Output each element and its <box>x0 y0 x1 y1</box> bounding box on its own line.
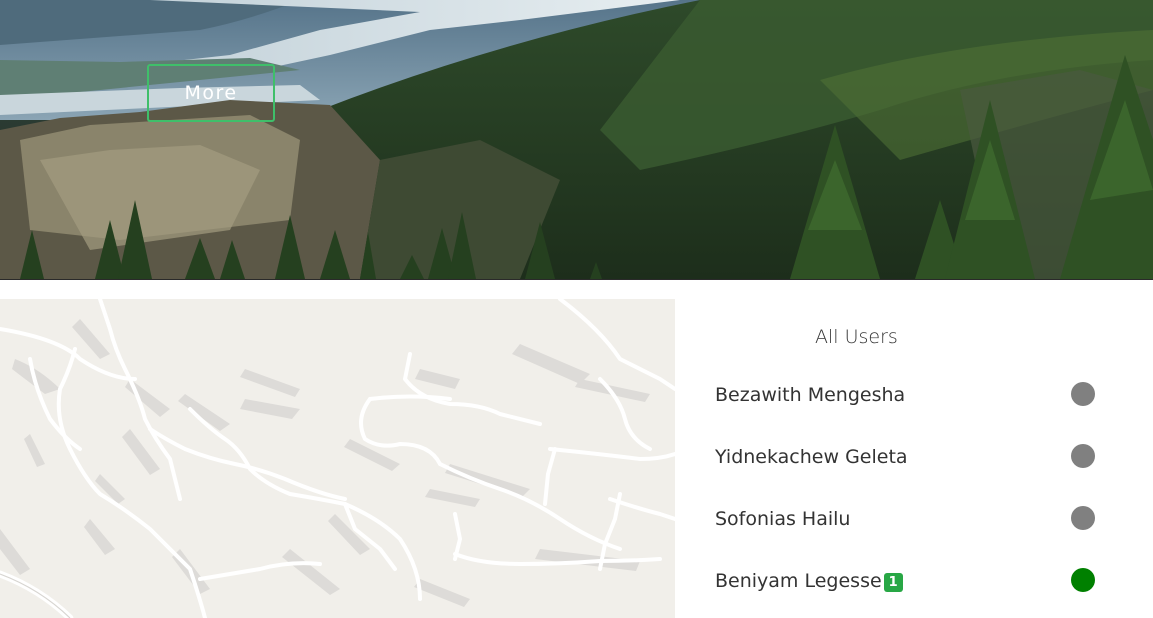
map-view[interactable] <box>0 299 675 618</box>
user-row[interactable]: Bezawith Mengesha <box>715 380 1115 414</box>
status-offline-dot <box>1071 506 1095 530</box>
user-row[interactable]: Yidnekachew Geleta <box>715 442 1115 476</box>
user-name: Yidnekachew Geleta <box>715 446 908 468</box>
status-online-dot <box>1071 568 1095 592</box>
status-offline-dot <box>1071 444 1095 468</box>
user-name: Beniyam Legesse 1 <box>715 570 903 592</box>
user-row[interactable]: Beniyam Legesse 1 <box>715 566 1115 600</box>
more-button[interactable]: More <box>147 64 275 122</box>
user-name: Sofonias Hailu <box>715 508 851 530</box>
panel-title: All Users <box>815 326 898 348</box>
hero-banner: More <box>0 0 1153 279</box>
unread-count-badge: 1 <box>883 573 903 592</box>
status-offline-dot <box>1071 382 1095 406</box>
user-name: Bezawith Mengesha <box>715 384 906 406</box>
map-terrain <box>0 299 675 618</box>
mountain-landscape-image <box>0 0 1153 279</box>
users-panel: All Users Bezawith Mengesha Yidnekachew … <box>675 280 1153 618</box>
user-row[interactable]: Sofonias Hailu <box>715 504 1115 538</box>
